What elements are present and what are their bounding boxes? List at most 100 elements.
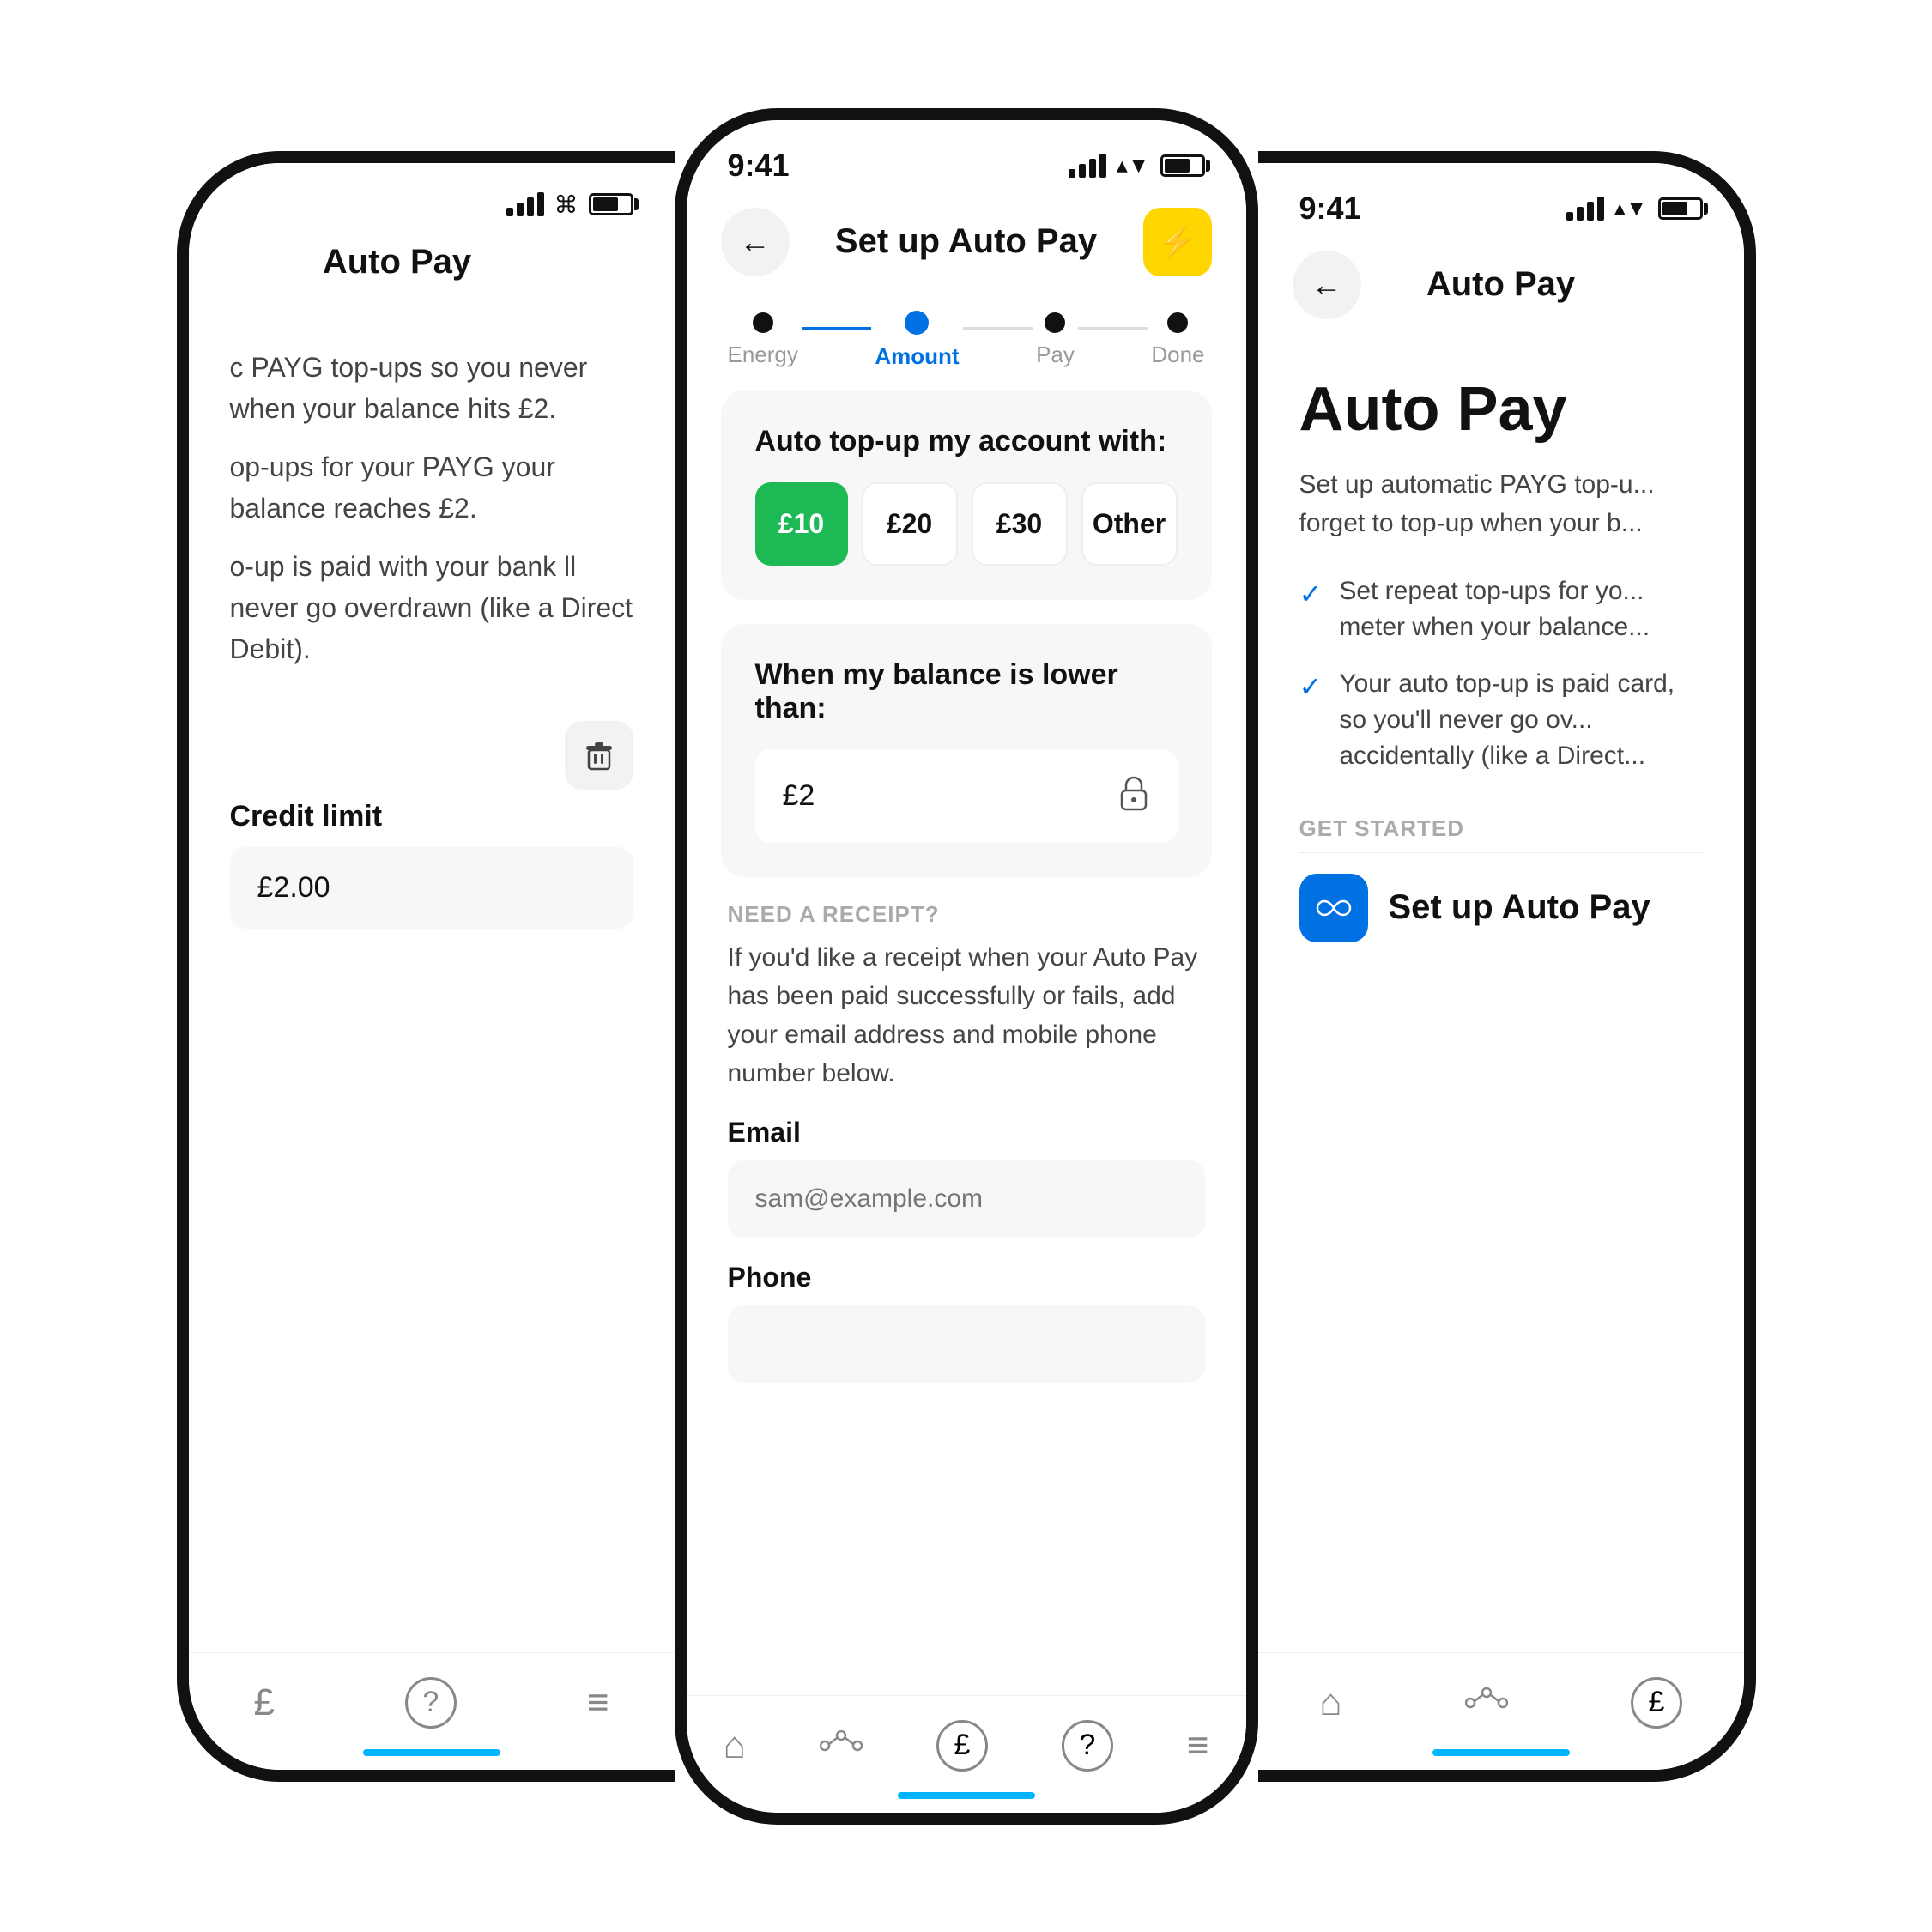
back-button-center[interactable]: ← <box>721 208 790 276</box>
balance-card-title: When my balance is lower than: <box>755 658 1178 725</box>
phone-right: 9:41 ▴▼ ← <box>1258 151 1756 1782</box>
right-page-title: Auto Pay <box>1361 265 1641 304</box>
phone-label: Phone <box>728 1262 1205 1293</box>
step-amount: Amount <box>875 311 959 370</box>
left-desc1: c PAYG top-ups so you never when your ba… <box>230 347 633 429</box>
delete-button[interactable] <box>565 721 633 790</box>
amount-10-button[interactable]: £10 <box>755 482 848 566</box>
bottom-indicator-center <box>898 1792 1035 1799</box>
amount-options[interactable]: £10 £20 £30 Other <box>755 482 1178 566</box>
battery-icon-center <box>1160 154 1205 177</box>
lock-icon <box>1117 773 1150 819</box>
nav-usage-center[interactable] <box>802 1723 880 1768</box>
phone-center: 9:41 ▴▼ ← <box>675 108 1258 1825</box>
lightning-icon-center: ⚡ <box>1158 224 1196 260</box>
wifi-icon-center: ▴▼ <box>1117 152 1150 179</box>
nav-pound-left[interactable]: £ <box>236 1675 291 1731</box>
step-dot-done <box>1167 312 1188 333</box>
right-main-title: Auto Pay <box>1299 374 1703 445</box>
checkmark-list: ✓ Set repeat top-ups for yo... meter whe… <box>1299 573 1703 774</box>
divider <box>1299 852 1703 853</box>
left-content: c PAYG top-ups so you never when your ba… <box>189 295 675 1652</box>
step-line-3 <box>1078 327 1148 330</box>
bullet-2-text: Your auto top-up is paid card, so you'll… <box>1339 666 1702 774</box>
nav-help-center[interactable]: ? <box>1045 1713 1130 1778</box>
screen-container: ⌘ Auto Pay c PAYG top-ups so you never w… <box>0 0 1932 1932</box>
back-arrow-center: ← <box>740 224 771 260</box>
back-button-right[interactable]: ← <box>1293 251 1361 319</box>
status-time-right: 9:41 <box>1299 191 1361 227</box>
phone-input[interactable] <box>728 1305 1205 1383</box>
step-line-1 <box>802 327 871 330</box>
home-icon-right: ⌂ <box>1319 1681 1342 1724</box>
step-dot-pay <box>1045 312 1065 333</box>
credit-limit-label: Credit limit <box>230 800 633 833</box>
step-label-pay: Pay <box>1036 342 1075 368</box>
setup-autopay-button[interactable]: Set up Auto Pay <box>1299 874 1703 942</box>
nav-pound-right[interactable]: £ <box>1614 1670 1699 1735</box>
amount-30-button[interactable]: £30 <box>972 482 1068 566</box>
step-done: Done <box>1151 312 1204 368</box>
bottom-indicator-right <box>1432 1749 1570 1756</box>
nav-usage-right[interactable] <box>1448 1681 1525 1725</box>
amount-20-button[interactable]: £20 <box>862 482 958 566</box>
nav-home-center[interactable]: ⌂ <box>706 1717 763 1774</box>
receipt-label: NEED A RECEIPT? <box>728 901 1205 928</box>
email-input[interactable] <box>728 1160 1205 1238</box>
header-right: ← Auto Pay <box>1258 237 1744 333</box>
trash-icon <box>582 738 616 772</box>
checkmark-item-2: ✓ Your auto top-up is paid card, so you'… <box>1299 666 1703 774</box>
nav-menu-center[interactable]: ≡ <box>1170 1717 1226 1774</box>
status-bar-center: 9:41 ▴▼ <box>687 120 1246 194</box>
get-started-label: GET STARTED <box>1299 815 1703 842</box>
status-icons-center: ▴▼ <box>1069 152 1205 179</box>
pound-icon-right: £ <box>1631 1677 1682 1729</box>
usage-icon-center <box>820 1730 863 1761</box>
status-icons-right: ▴▼ <box>1566 195 1703 221</box>
wifi-icon-left: ⌘ <box>554 191 578 219</box>
receipt-desc: If you'd like a receipt when your Auto P… <box>728 938 1205 1093</box>
left-page-title: Auto Pay <box>223 243 572 282</box>
step-pay: Pay <box>1036 312 1075 368</box>
progress-steps: Energy Amount Pay Done <box>687 290 1246 391</box>
bottom-indicator-left <box>363 1749 500 1756</box>
credit-section: Credit limit £2.00 <box>230 721 633 929</box>
signal-icon-center <box>1069 154 1106 178</box>
left-desc3: o-up is paid with your bank ll never go … <box>230 546 633 669</box>
step-line-2 <box>963 327 1033 330</box>
menu-icon-left: ≡ <box>587 1681 609 1724</box>
status-time-center: 9:41 <box>728 148 790 184</box>
right-description: Set up automatic PAYG top-u... forget to… <box>1299 465 1703 542</box>
bullet-1-text: Set repeat top-ups for yo... meter when … <box>1339 573 1702 645</box>
signal-icon-left <box>506 192 544 216</box>
center-page-title: Set up Auto Pay <box>790 222 1143 261</box>
scroll-content-center: Auto top-up my account with: £10 £20 £30… <box>687 391 1246 1695</box>
header-left: Auto Pay <box>189 229 675 295</box>
amount-other-button[interactable]: Other <box>1081 482 1178 566</box>
status-bar-left: ⌘ <box>189 163 675 229</box>
delete-icon-container <box>230 721 633 790</box>
nav-menu-left[interactable]: ≡ <box>570 1675 627 1731</box>
left-desc2: op-ups for your PAYG your balance reache… <box>230 446 633 529</box>
step-label-energy: Energy <box>728 342 798 368</box>
email-label: Email <box>728 1117 1205 1148</box>
lightning-button-center[interactable]: ⚡ <box>1143 208 1212 276</box>
nav-pound-center[interactable]: £ <box>919 1713 1005 1778</box>
amount-card: Auto top-up my account with: £10 £20 £30… <box>721 391 1212 600</box>
wifi-icon-right: ▴▼ <box>1614 195 1648 221</box>
check-icon-1: ✓ <box>1299 575 1323 614</box>
nav-help-left[interactable]: ? <box>388 1670 474 1735</box>
bottom-nav-left: £ ? ≡ <box>189 1652 675 1770</box>
pound-icon-left: £ <box>253 1681 274 1724</box>
bottom-nav-center: ⌂ £ ? <box>687 1695 1246 1813</box>
credit-value: £2.00 <box>257 871 330 904</box>
step-label-amount: Amount <box>875 343 959 370</box>
help-icon-center: ? <box>1062 1720 1113 1772</box>
nav-home-right[interactable]: ⌂ <box>1302 1675 1360 1731</box>
credit-value-box: £2.00 <box>230 847 633 929</box>
usage-icon-right <box>1465 1687 1508 1718</box>
check-icon-2: ✓ <box>1299 668 1323 706</box>
home-icon-center: ⌂ <box>723 1724 746 1767</box>
amount-card-title: Auto top-up my account with: <box>755 425 1178 458</box>
back-arrow-right: ← <box>1311 267 1342 303</box>
